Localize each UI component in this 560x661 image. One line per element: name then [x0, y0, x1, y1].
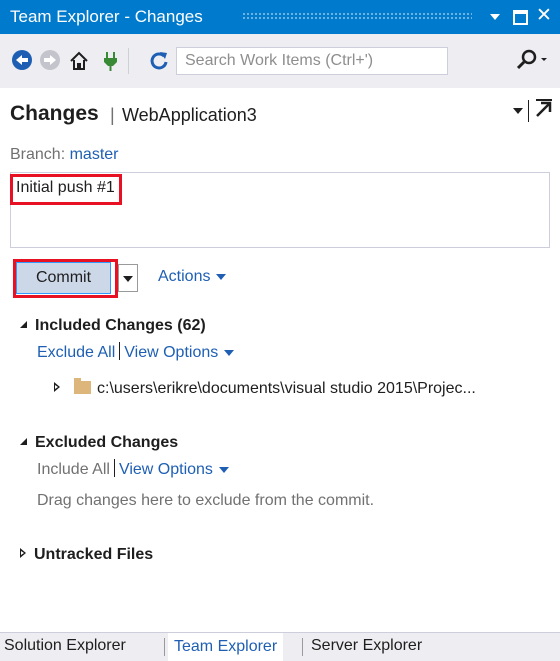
header-divider — [528, 100, 529, 122]
link-separator — [119, 342, 121, 360]
search-icon — [516, 49, 547, 70]
tab-server-explorer[interactable]: Server Explorer — [311, 637, 422, 655]
chevron-down-icon — [218, 466, 229, 473]
forward-arrow-icon — [40, 50, 60, 70]
toolbar-separator — [128, 48, 129, 74]
chevron-down-icon — [224, 349, 235, 356]
undock-icon — [536, 99, 552, 117]
excluded-changes-header[interactable]: Excluded Changes — [20, 434, 178, 452]
plug-icon — [104, 52, 117, 71]
page-title: Changes — [10, 102, 99, 125]
tab-separator — [302, 638, 303, 656]
home-icon — [70, 51, 88, 70]
expanded-triangle-icon — [20, 321, 27, 328]
window-options-icon[interactable] — [490, 14, 500, 20]
actions-menu[interactable]: Actions — [158, 268, 227, 286]
home-button[interactable] — [68, 50, 90, 72]
chevron-down-icon — [216, 273, 227, 280]
tab-separator — [164, 638, 165, 656]
branch-label: Branch: — [10, 146, 66, 163]
page-dropdown-icon[interactable] — [513, 108, 523, 114]
expanded-triangle-icon — [20, 438, 27, 445]
folder-path: c:\users\erikre\documents\visual studio … — [97, 380, 476, 397]
back-arrow-icon — [12, 50, 32, 70]
refresh-button[interactable] — [148, 50, 170, 72]
commit-message-text: Initial push #1 — [16, 179, 115, 196]
bottom-tab-bar: Solution Explorer Team Explorer Server E… — [0, 632, 560, 661]
untracked-files-title: Untracked Files — [34, 546, 154, 563]
page-header: Changes | WebApplication3 — [0, 88, 560, 138]
header-separator: | — [110, 105, 115, 125]
tab-solution-explorer[interactable]: Solution Explorer — [4, 637, 126, 655]
window-title: Team Explorer - Changes — [10, 7, 203, 26]
search-button[interactable] — [512, 48, 552, 72]
collapsed-triangle-icon — [20, 548, 26, 558]
search-placeholder: Search Work Items (Ctrl+') — [185, 52, 374, 69]
commit-button-highlight — [13, 259, 118, 298]
project-name: WebApplication3 — [122, 105, 257, 125]
exclude-all-link[interactable]: Exclude All — [37, 344, 115, 361]
included-changes-header[interactable]: Included Changes (62) — [20, 317, 206, 335]
actions-label: Actions — [158, 268, 211, 285]
tree-item-folder[interactable]: c:\users\erikre\documents\visual studio … — [54, 378, 476, 398]
included-changes-title: Included Changes (62) — [35, 317, 206, 334]
refresh-icon — [150, 52, 168, 70]
title-bar: Team Explorer - Changes ✕ — [0, 0, 560, 34]
forward-button[interactable] — [40, 50, 62, 72]
toolbar: Search Work Items (Ctrl+') — [0, 34, 560, 88]
excluded-links: Include All View Options — [37, 459, 229, 479]
close-icon[interactable]: ✕ — [534, 4, 554, 27]
view-options-link[interactable]: View Options — [124, 344, 218, 361]
branch-row: Branch: master — [10, 146, 119, 164]
view-options-link[interactable]: View Options — [119, 461, 213, 478]
excluded-changes-title: Excluded Changes — [35, 434, 179, 451]
link-separator — [113, 459, 115, 477]
include-all-link[interactable]: Include All — [37, 461, 110, 478]
exclude-hint-text: Drag changes here to exclude from the co… — [37, 492, 375, 509]
branch-link[interactable]: master — [70, 146, 119, 163]
untracked-files-header[interactable]: Untracked Files — [20, 546, 153, 564]
collapsed-triangle-icon[interactable] — [54, 382, 60, 392]
undock-button[interactable] — [534, 98, 554, 120]
included-links: Exclude All View Options — [37, 342, 235, 362]
connect-button[interactable] — [100, 50, 122, 72]
commit-dropdown-button[interactable] — [118, 264, 138, 292]
tab-team-explorer[interactable]: Team Explorer — [168, 633, 284, 661]
search-work-items-input[interactable]: Search Work Items (Ctrl+') — [176, 47, 448, 75]
title-grip[interactable] — [242, 12, 472, 20]
maximize-icon[interactable] — [513, 10, 528, 25]
back-button[interactable] — [12, 50, 34, 72]
folder-icon — [74, 378, 91, 394]
